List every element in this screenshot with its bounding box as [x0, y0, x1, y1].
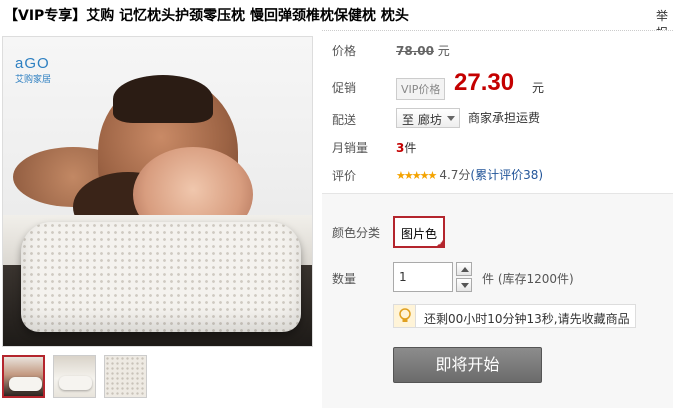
quantity-label: 数量	[332, 272, 357, 286]
promo-currency: 元	[532, 81, 545, 95]
thumbnail-strip	[2, 355, 147, 398]
monthly-sales: 3件	[396, 139, 416, 156]
product-title: 【VIP专享】艾购 记忆枕头护颈零压枕 慢回弹颈椎枕保健枕 枕头	[4, 8, 409, 24]
countdown-text: 还剩00小时10分钟13秒,请先收藏商品	[424, 312, 630, 326]
promo-label: 促销	[332, 81, 357, 95]
star-rating-icon: ★★★★★	[396, 169, 437, 182]
price-label: 价格	[332, 44, 357, 58]
image-pillow	[21, 222, 301, 332]
promo-price: 27.30	[454, 69, 515, 96]
brand-logo: aGO 艾购家居	[15, 55, 51, 85]
image-man-hair	[113, 75, 213, 123]
selected-check-icon	[435, 238, 445, 248]
countdown-notice: 还剩00小时10分钟13秒,请先收藏商品	[393, 304, 636, 328]
monthly-sales-unit: 件	[404, 141, 417, 155]
quantity-increase-button[interactable]	[456, 262, 472, 276]
brand-logo-text: aGO	[15, 55, 50, 72]
original-price-currency: 元	[437, 44, 450, 58]
thumbnail-3[interactable]	[104, 355, 147, 398]
shipping-location-select[interactable]: 至 廊坊	[396, 108, 460, 128]
color-label: 颜色分类	[332, 226, 381, 240]
lightbulb-icon	[394, 305, 416, 327]
original-price-value: 78.00	[396, 44, 434, 58]
rating-score: 4.7分	[439, 168, 471, 182]
thumbnail-1[interactable]	[2, 355, 45, 398]
shipping-note: 商家承担运费	[468, 111, 541, 125]
thumbnail-2[interactable]	[53, 355, 96, 398]
color-option-selected[interactable]: 图片色	[393, 216, 445, 248]
rating-label: 评价	[332, 169, 357, 183]
chevron-down-icon	[447, 116, 455, 121]
color-option-label: 图片色	[401, 227, 438, 241]
vip-price-tag: VIP价格	[396, 78, 446, 100]
shipping-location-value: 至 廊坊	[402, 113, 442, 127]
monthly-sales-label: 月销量	[332, 141, 369, 155]
stock-text: 件 (库存1200件)	[482, 272, 574, 286]
quantity-decrease-button[interactable]	[456, 278, 472, 292]
main-product-image[interactable]: aGO 艾购家居	[2, 36, 313, 347]
reviews-link[interactable]: (累计评价38)	[470, 168, 543, 182]
quantity-input[interactable]: 1	[393, 262, 453, 292]
start-button[interactable]: 即将开始	[393, 347, 542, 383]
arrow-down-icon	[461, 283, 469, 288]
original-price: 78.00 元	[396, 42, 450, 59]
purchase-options-panel: 颜色分类 图片色 数量 1 件 (库存1200件) 还剩00小时10分钟13秒,…	[322, 193, 673, 408]
price-info-panel: 价格 78.00 元 促销 VIP价格 27.30 元 配送 至 廊坊 商家承担…	[322, 30, 673, 193]
arrow-up-icon	[461, 267, 469, 272]
rating: ★★★★★ 4.7分(累计评价38)	[396, 166, 543, 183]
brand-logo-sub: 艾购家居	[15, 75, 52, 85]
shipping-label: 配送	[332, 113, 357, 127]
